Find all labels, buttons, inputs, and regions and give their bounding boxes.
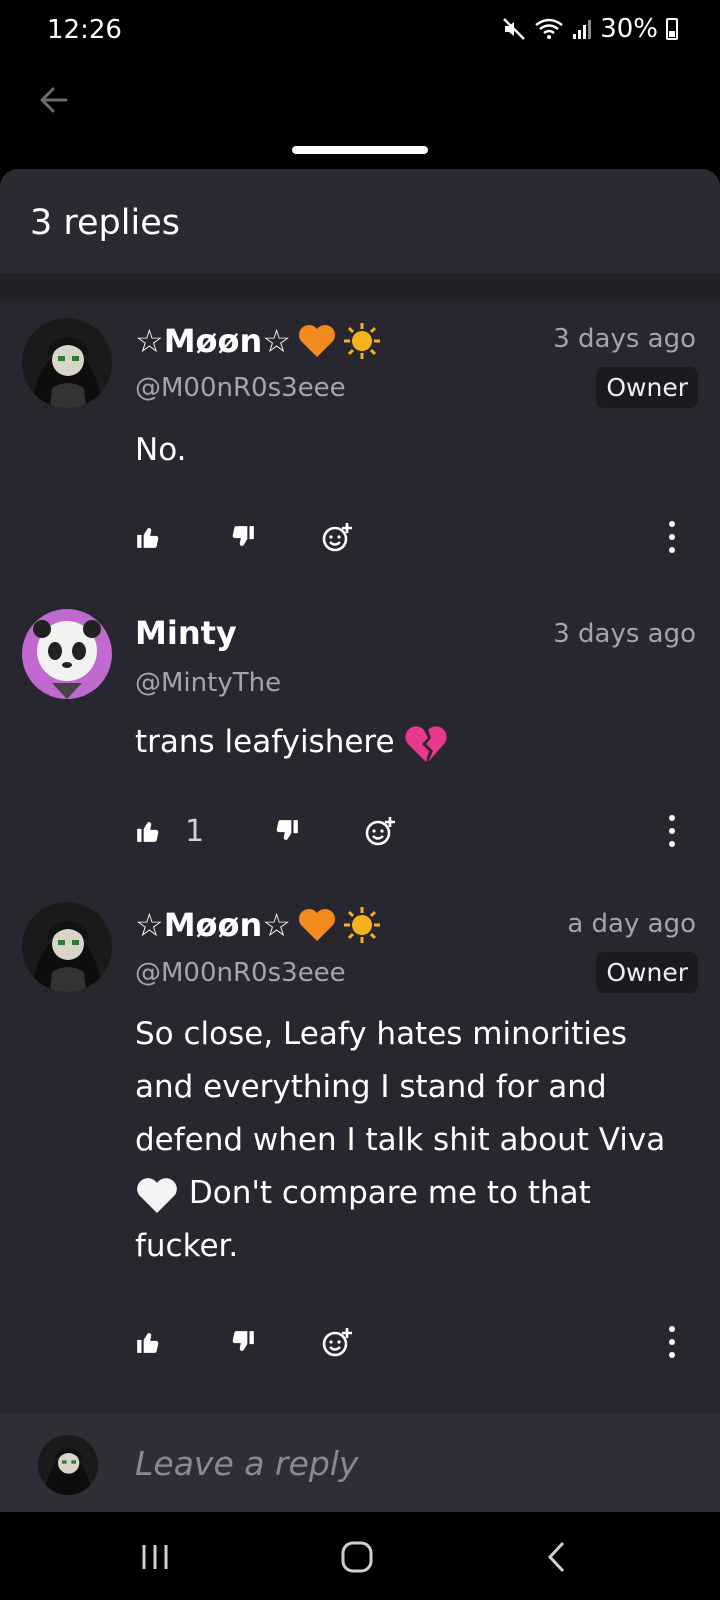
- dislike-button[interactable]: [274, 811, 300, 851]
- owner-badge: Owner: [596, 952, 698, 993]
- orange-heart-icon: [298, 909, 335, 941]
- nav-back-button[interactable]: [532, 1532, 582, 1582]
- comment-item: Minty 3 days ago @MintyThe trans leafyis…: [0, 589, 720, 879]
- reply-input[interactable]: Leave a reply: [135, 1444, 358, 1483]
- avatar[interactable]: [22, 609, 112, 699]
- dislike-button[interactable]: [230, 517, 256, 557]
- thumbs-down-icon: [232, 526, 254, 546]
- like-button[interactable]: [135, 517, 161, 557]
- recents-button[interactable]: [130, 1532, 180, 1582]
- comment-body: So close, Leafy hates minorities and eve…: [135, 1016, 666, 1264]
- comment-actions: 1: [135, 811, 720, 851]
- comment-author[interactable]: ☆Møøn☆: [135, 906, 381, 944]
- avatar[interactable]: [22, 902, 112, 992]
- thumbs-up-icon: [137, 822, 159, 842]
- home-icon: [341, 1541, 373, 1573]
- comment-item: ☆Møøn☆ a day ago @M00nR0s3eee Owner So c…: [0, 884, 720, 1404]
- arrow-left-icon[interactable]: [34, 80, 74, 120]
- navigation-bar: [0, 1512, 720, 1600]
- sheet-header: 3 replies: [0, 169, 720, 273]
- thumbs-down-icon: [232, 1331, 254, 1351]
- status-icons: 30%: [502, 14, 678, 44]
- battery-icon: [666, 18, 678, 40]
- wifi-icon: [535, 18, 563, 39]
- sheet-title: 3 replies: [30, 203, 180, 243]
- mute-icon: [503, 18, 526, 40]
- comment-time: 3 days ago: [553, 324, 696, 354]
- status-bar: 12:26 30%: [0, 0, 720, 62]
- replies-sheet: 3 replies ☆Møøn☆ 3 days ago @M00nR0s3eee…: [0, 169, 720, 1512]
- reply-bar: Leave a reply: [0, 1413, 720, 1512]
- sheet-grabber[interactable]: [292, 146, 428, 154]
- owner-badge: Owner: [596, 367, 698, 408]
- status-time: 12:26: [47, 15, 122, 45]
- comment-actions: [135, 517, 720, 557]
- comment-author[interactable]: ☆Møøn☆: [135, 322, 381, 360]
- comment-handle: @M00nR0s3eee: [135, 373, 346, 403]
- home-button[interactable]: [332, 1532, 382, 1582]
- signal-icon: [573, 20, 592, 39]
- dislike-button[interactable]: [230, 1322, 256, 1362]
- comment-body: No.: [135, 432, 187, 468]
- comment-handle: @MintyThe: [135, 668, 282, 698]
- add-reaction-icon: [322, 523, 352, 552]
- react-button[interactable]: [321, 1322, 353, 1362]
- avatar[interactable]: [22, 318, 112, 408]
- battery-percent: 30%: [600, 14, 658, 44]
- like-button[interactable]: [135, 1322, 161, 1362]
- comment-author[interactable]: Minty: [135, 614, 237, 652]
- add-reaction-icon: [365, 817, 395, 846]
- comment-actions: [135, 1322, 720, 1362]
- thumbs-up-icon: [137, 528, 159, 548]
- comment-time: 3 days ago: [553, 619, 696, 649]
- comment-time: a day ago: [567, 909, 696, 939]
- more-vertical-icon[interactable]: [668, 521, 676, 553]
- more-vertical-icon[interactable]: [668, 1326, 676, 1358]
- react-button[interactable]: [321, 517, 353, 557]
- top-area: [0, 62, 720, 172]
- avatar: [38, 1435, 98, 1495]
- react-button[interactable]: [364, 811, 396, 851]
- white-heart-icon: [137, 1177, 177, 1213]
- sun-icon: [343, 323, 380, 359]
- recents-icon: [142, 1545, 168, 1569]
- broken-heart-icon: [405, 725, 448, 762]
- comment-handle: @M00nR0s3eee: [135, 958, 346, 988]
- thumbs-up-icon: [137, 1333, 159, 1353]
- comment-item: ☆Møøn☆ 3 days ago @M00nR0s3eee Owner No.: [0, 299, 720, 589]
- sun-icon: [343, 907, 380, 943]
- add-reaction-icon: [322, 1328, 352, 1357]
- orange-heart-icon: [298, 325, 335, 357]
- like-button[interactable]: 1: [135, 811, 204, 851]
- like-count: 1: [185, 813, 205, 849]
- thumbs-down-icon: [276, 820, 298, 840]
- chevron-left-icon: [547, 1541, 565, 1573]
- comment-body: trans leafyishere: [135, 716, 680, 769]
- more-vertical-icon[interactable]: [668, 815, 676, 847]
